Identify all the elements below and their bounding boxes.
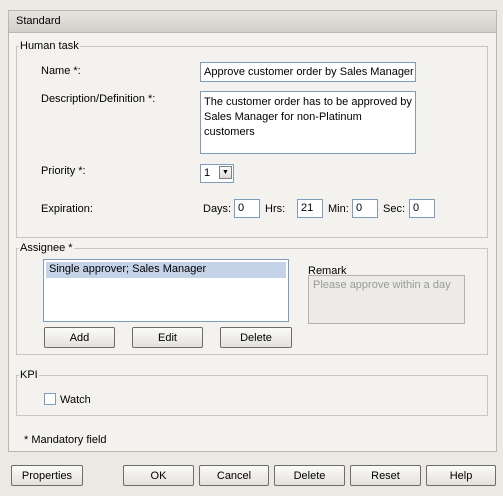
days-label: Days: (203, 203, 232, 215)
expiration-label: Expiration: (41, 203, 93, 215)
min-label: Min: (328, 203, 349, 215)
list-item[interactable]: Single approver; Sales Manager (46, 262, 286, 278)
chevron-down-icon[interactable]: ▼ (219, 166, 232, 179)
days-field[interactable]: 0 (234, 199, 260, 218)
hrs-field[interactable]: 21 (297, 199, 323, 218)
standard-panel: Standard Human task Name *: Approve cust… (8, 10, 497, 452)
cancel-button[interactable]: Cancel (199, 465, 269, 486)
kpi-legend: KPI (20, 369, 38, 381)
ok-button[interactable]: OK (123, 465, 194, 486)
remark-field[interactable]: Please approve within a day (308, 275, 465, 324)
help-button[interactable]: Help (426, 465, 496, 486)
sec-field[interactable]: 0 (409, 199, 435, 218)
delete-assignee-button[interactable]: Delete (220, 327, 292, 348)
name-field[interactable]: Approve customer order by Sales Manager (200, 62, 416, 82)
hrs-label: Hrs: (265, 203, 286, 215)
human-task-legend: Human task (20, 40, 79, 52)
kpi-group: KPI (16, 369, 488, 416)
name-label: Name *: (41, 65, 81, 77)
min-field[interactable]: 0 (352, 199, 378, 218)
priority-label: Priority *: (41, 165, 86, 177)
panel-title: Standard (16, 15, 61, 27)
delete-button[interactable]: Delete (274, 465, 345, 486)
mandatory-footnote: * Mandatory field (24, 434, 107, 446)
add-button[interactable]: Add (44, 327, 115, 348)
assignee-legend: Assignee * (20, 242, 73, 254)
watch-checkbox[interactable] (44, 393, 56, 405)
assignee-list[interactable]: Single approver; Sales Manager (43, 259, 289, 322)
description-label: Description/Definition *: (41, 93, 156, 105)
sec-label: Sec: (383, 203, 406, 215)
priority-value: 1 (204, 167, 211, 179)
panel-header: Standard (9, 11, 496, 33)
watch-label: Watch (60, 394, 91, 406)
properties-button[interactable]: Properties (11, 465, 83, 486)
edit-button[interactable]: Edit (132, 327, 203, 348)
reset-button[interactable]: Reset (350, 465, 421, 486)
description-field[interactable]: The customer order has to be approved by… (200, 91, 416, 154)
